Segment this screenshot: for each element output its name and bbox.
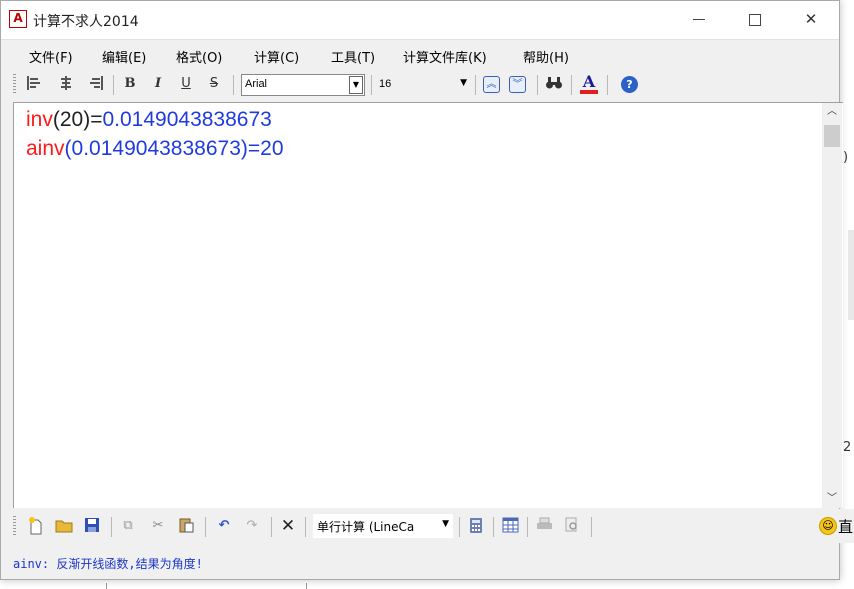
help-icon[interactable]: ? (621, 76, 638, 93)
equals-sign: = (247, 137, 261, 160)
calc-mode-value: 单行计算 (LineCa (317, 520, 415, 534)
open-folder-icon[interactable] (55, 517, 73, 535)
calc-mode-select[interactable]: 单行计算 (LineCa ▼ (313, 514, 453, 538)
app-window: A 计算不求人2014 ✕ 文件(F) 编辑(E) 格式(O) 计算(C) 工具… (0, 0, 854, 580)
toolbar-separator (111, 517, 112, 537)
align-center-icon[interactable] (57, 75, 75, 93)
chevron-down-icon[interactable]: ﹀ (822, 490, 842, 508)
undo-icon[interactable]: ↶ (215, 517, 233, 535)
paren: ( (64, 137, 72, 160)
minimize-icon (693, 19, 705, 20)
font-color-icon[interactable]: A (579, 73, 599, 95)
toolbar-separator (527, 517, 528, 537)
smiley-icon[interactable]: ☺ (819, 517, 837, 535)
result-value: 20 (260, 137, 284, 160)
underline-icon[interactable]: U (177, 75, 195, 93)
chevron-down-icon[interactable]: ▼ (460, 78, 467, 88)
find-icon[interactable] (545, 75, 563, 93)
chevron-down-icon[interactable]: ▼ (349, 76, 363, 94)
vertical-scrollbar[interactable]: ︿ ﹀ (822, 103, 842, 508)
background-fragment (106, 583, 107, 589)
standard-toolbar: ⧉ ✂ ↶ ↷ ✕ 单行计算 (LineCa ▼ ☺ (1, 509, 854, 543)
align-left-icon[interactable] (25, 75, 43, 93)
menu-file[interactable]: 文件(F) (29, 47, 73, 66)
bold-icon[interactable]: B (121, 75, 139, 93)
background-fragment: ) (843, 150, 849, 165)
toolbar-separator (537, 75, 538, 95)
toolbar-separator (475, 75, 476, 95)
argument: 20 (59, 108, 84, 131)
menu-tools[interactable]: 工具(T) (331, 47, 375, 66)
strikethrough-icon[interactable]: S (205, 75, 223, 93)
menu-help[interactable]: 帮助(H) (523, 47, 569, 66)
function-name: ainv (26, 137, 65, 160)
print-icon[interactable] (535, 517, 553, 535)
status-bar: ainv: 反渐开线函数,结果为角度! (1, 547, 839, 577)
toolbar-separator (571, 75, 572, 95)
paren: ( (52, 108, 60, 131)
font-name-select[interactable]: Arial ▼ (241, 74, 365, 96)
font-name-value: Arial (245, 78, 268, 90)
function-name: inv (26, 108, 53, 131)
status-message: ainv: 反渐开线函数,结果为角度! (13, 557, 203, 571)
menu-edit[interactable]: 编辑(E) (102, 47, 146, 66)
minimize-button[interactable] (671, 1, 727, 39)
scrollbar-thumb[interactable] (824, 125, 840, 147)
font-size-value: 16 (379, 78, 392, 90)
background-fragment (848, 230, 854, 320)
align-right-icon[interactable] (87, 75, 105, 93)
paren: ) (240, 137, 248, 160)
toolbar-separator (371, 75, 372, 95)
maximize-icon (749, 13, 761, 26)
toolbar-separator (233, 75, 234, 95)
window-title: 计算不求人2014 (33, 14, 139, 30)
background-fragment (306, 583, 307, 589)
editor-line[interactable]: inv(20)=0.0149043838673 (26, 106, 272, 134)
close-button[interactable]: ✕ (783, 1, 839, 39)
toolbar-grip[interactable] (13, 74, 16, 94)
toolbar-separator (113, 75, 114, 95)
overlapping-window-text: 直 (838, 518, 854, 536)
background-fragment: 2 (843, 440, 852, 455)
paste-icon[interactable] (177, 517, 195, 535)
chevron-down-icon[interactable]: ▼ (442, 519, 449, 529)
title-bar[interactable]: A 计算不求人2014 ✕ (1, 1, 839, 39)
toolbar-separator (305, 517, 306, 537)
toolbar-separator (271, 517, 272, 537)
equals-sign: = (90, 108, 103, 131)
clear-icon[interactable]: ✕ (279, 517, 297, 535)
app-logo-icon[interactable]: A (9, 10, 27, 28)
menu-calculate[interactable]: 计算(C) (254, 47, 299, 66)
maximize-button[interactable] (727, 1, 783, 39)
toolbar-separator (591, 517, 592, 537)
menu-format[interactable]: 格式(O) (176, 47, 222, 66)
chevron-up-icon[interactable]: ︿ (822, 103, 842, 121)
font-size-select[interactable]: 16 ▼ (375, 74, 469, 96)
scroll-down-icon[interactable]: ︾ (509, 76, 526, 93)
copy-icon[interactable]: ⧉ (119, 517, 137, 535)
format-toolbar: B I U S Arial ▼ 16 ▼ ︽ ︾ A ? (1, 69, 839, 101)
toolbar-separator (493, 517, 494, 537)
toolbar-separator (459, 517, 460, 537)
new-file-icon[interactable] (27, 517, 45, 535)
expression-editor[interactable]: inv(20)=0.0149043838673 ainv(0.014904383… (13, 102, 843, 508)
menu-bar: 文件(F) 编辑(E) 格式(O) 计算(C) 工具(T) 计算文件库(K) 帮… (1, 39, 839, 69)
redo-icon[interactable]: ↷ (243, 517, 261, 535)
toolbar-grip[interactable] (13, 516, 16, 536)
close-icon: ✕ (804, 10, 818, 28)
cut-icon[interactable]: ✂ (149, 517, 167, 535)
menu-calc-library[interactable]: 计算文件库(K) (403, 47, 487, 66)
toolbar-separator (607, 75, 608, 95)
print-preview-icon[interactable] (563, 517, 581, 535)
scroll-up-icon[interactable]: ︽ (483, 76, 500, 93)
argument: 0.0149043838673 (71, 137, 241, 160)
font-color-letter: A (582, 72, 596, 91)
calculator-icon[interactable] (467, 517, 485, 535)
editor-line[interactable]: ainv(0.0149043838673)=20 (26, 135, 284, 163)
save-icon[interactable] (83, 517, 101, 535)
result-value: 0.0149043838673 (102, 108, 272, 131)
italic-icon[interactable]: I (149, 75, 167, 93)
table-icon[interactable] (501, 517, 519, 535)
toolbar-separator (205, 517, 206, 537)
